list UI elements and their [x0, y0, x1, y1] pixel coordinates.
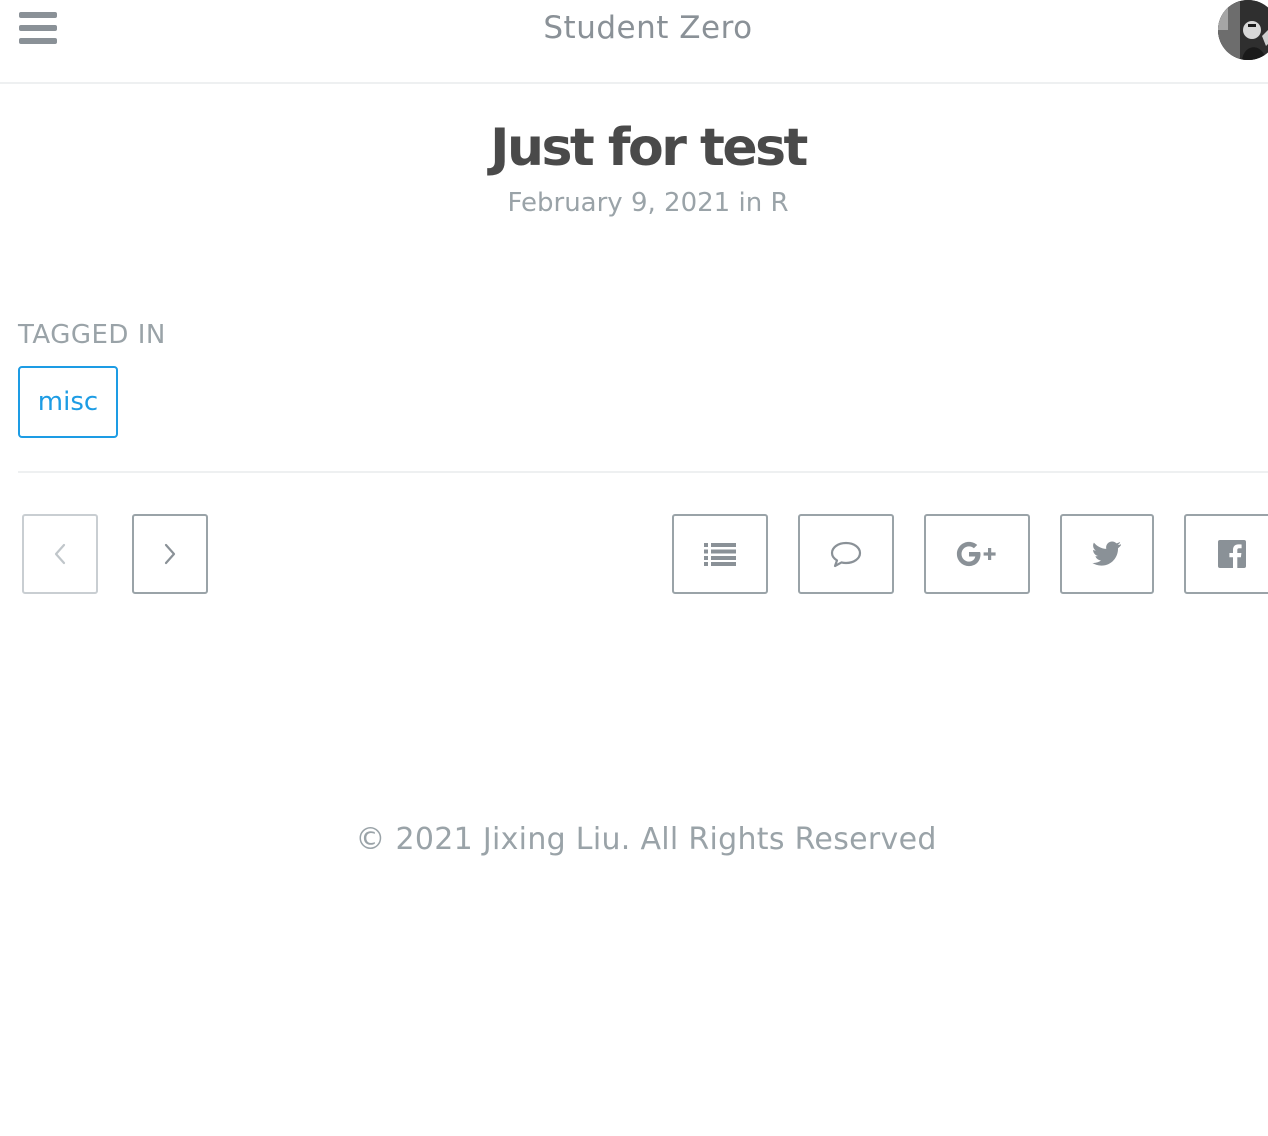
chevron-right-icon — [164, 543, 176, 565]
post-meta-in: in — [738, 188, 763, 218]
post-date: February 9, 2021 — [507, 188, 731, 218]
tag-misc[interactable]: misc — [18, 366, 118, 438]
comments-button[interactable] — [798, 514, 894, 594]
previous-post-button[interactable] — [22, 514, 98, 594]
chevron-left-icon — [54, 543, 66, 565]
post-title: Just for test — [490, 118, 808, 178]
site-title-link[interactable]: Student Zero — [0, 10, 1268, 46]
facebook-icon — [1218, 540, 1246, 568]
twitter-icon — [1092, 541, 1121, 566]
site-header: Student Zero — [0, 0, 1268, 84]
share-facebook-button[interactable] — [1184, 514, 1268, 594]
google-plus-icon — [956, 541, 996, 567]
next-post-button[interactable] — [132, 514, 208, 594]
speech-bubble-icon — [830, 541, 862, 568]
post-meta: February 9, 2021 in R — [0, 188, 1268, 218]
share-google-plus-button[interactable] — [924, 514, 1030, 594]
table-of-contents-button[interactable] — [672, 514, 768, 594]
author-avatar[interactable] — [1218, 0, 1268, 60]
share-twitter-button[interactable] — [1060, 514, 1154, 594]
divider — [18, 471, 1268, 473]
tagged-in-label: TAGGED IN — [18, 320, 166, 350]
copyright-footer: © 2021 Jixing Liu. All Rights Reserved — [355, 822, 937, 857]
list-icon — [704, 543, 736, 566]
avatar-image — [1218, 0, 1268, 60]
post-category-link[interactable]: R — [770, 188, 788, 218]
